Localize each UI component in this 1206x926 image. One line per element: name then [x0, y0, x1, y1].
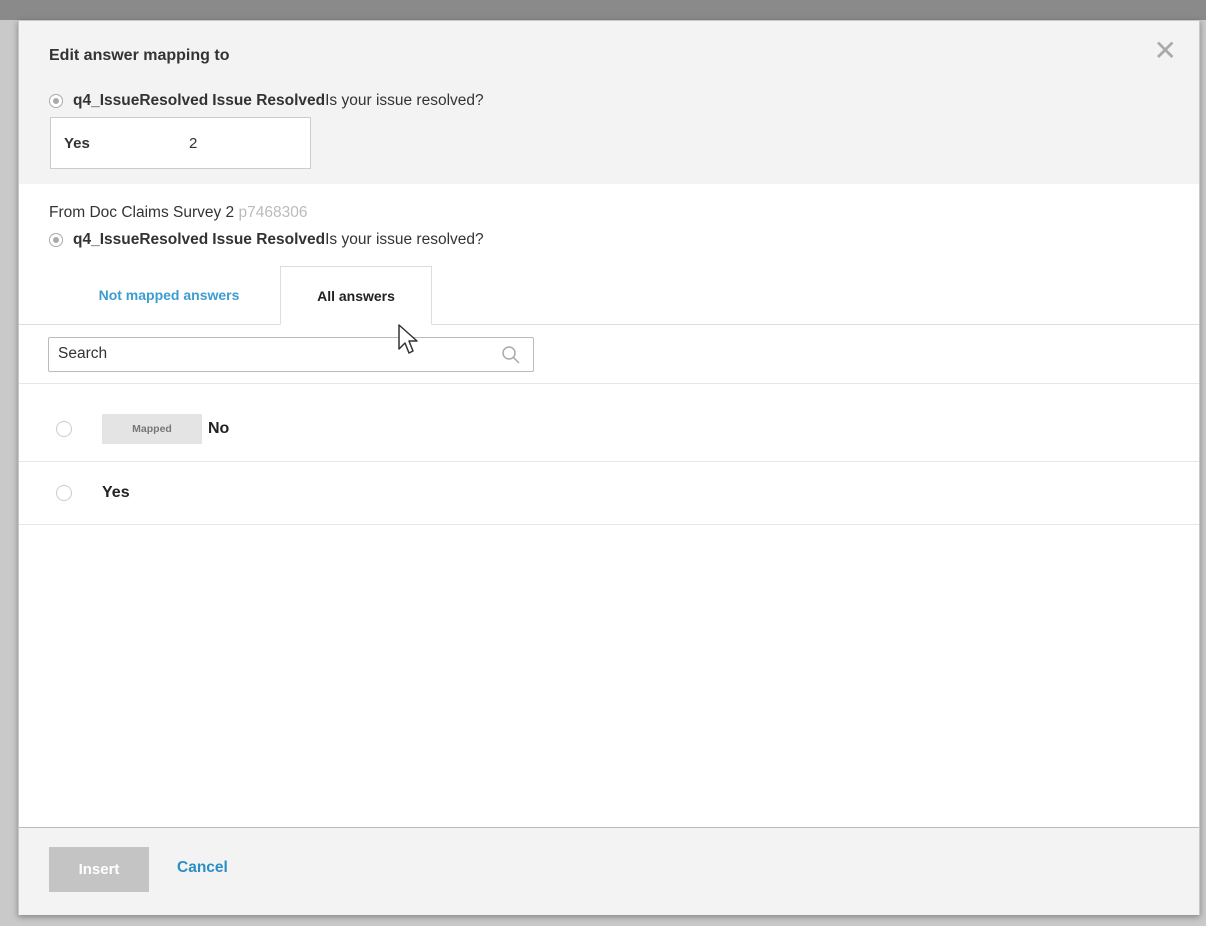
source-survey-name: From Doc Claims Survey 2 — [49, 204, 235, 221]
dialog-footer: Insert Cancel — [19, 827, 1199, 915]
dialog-title: Edit answer mapping to — [49, 47, 230, 64]
answer-row-no[interactable]: Mapped No — [19, 399, 1199, 459]
answer-tabs: Not mapped answers All answers — [19, 266, 1199, 325]
tab-not-mapped-answers[interactable]: Not mapped answers — [59, 266, 279, 323]
answer-row-yes[interactable]: Yes — [19, 463, 1199, 523]
answer-label: Yes — [102, 484, 130, 501]
mapped-badge: Mapped — [102, 414, 202, 444]
divider — [19, 461, 1199, 462]
answer-label: No — [208, 420, 230, 437]
divider — [19, 383, 1199, 384]
source-question-radio — [49, 233, 63, 247]
target-question: q4_IssueResolved Issue Resolved Is your … — [49, 92, 484, 110]
answer-radio[interactable] — [56, 421, 72, 437]
edit-answer-mapping-dialog: Edit answer mapping to ✕ q4_IssueResolve… — [18, 20, 1200, 915]
target-question-section: Edit answer mapping to ✕ q4_IssueResolve… — [19, 21, 1199, 184]
answer-radio[interactable] — [56, 485, 72, 501]
search-box — [48, 337, 534, 372]
source-question-id: q4_IssueResolved — [73, 231, 209, 248]
close-icon[interactable]: ✕ — [1154, 37, 1177, 65]
mouse-pointer-icon — [398, 324, 418, 354]
search-icon[interactable] — [501, 345, 521, 365]
target-mapped-count: 2 — [189, 134, 198, 152]
target-question-radio — [49, 94, 63, 108]
source-question-label: Issue Resolved — [212, 231, 326, 248]
source-project-id: p7468306 — [238, 204, 308, 221]
background-app-header — [0, 0, 1206, 20]
target-mapped-answer: Yes — [64, 134, 90, 152]
insert-button[interactable]: Insert — [49, 847, 149, 892]
cancel-button[interactable]: Cancel — [177, 859, 228, 877]
source-survey-line: From Doc Claims Survey 2 p7468306 — [49, 204, 307, 222]
target-mapped-answer-box: Yes 2 — [50, 117, 311, 169]
divider — [19, 524, 1199, 525]
target-question-text: Is your issue resolved? — [325, 92, 484, 109]
source-question: q4_IssueResolved Issue Resolved Is your … — [49, 231, 484, 249]
source-question-text: Is your issue resolved? — [325, 231, 484, 248]
target-question-label: Issue Resolved — [212, 92, 326, 109]
tab-all-answers[interactable]: All answers — [280, 266, 432, 325]
target-question-id: q4_IssueResolved — [73, 92, 209, 109]
